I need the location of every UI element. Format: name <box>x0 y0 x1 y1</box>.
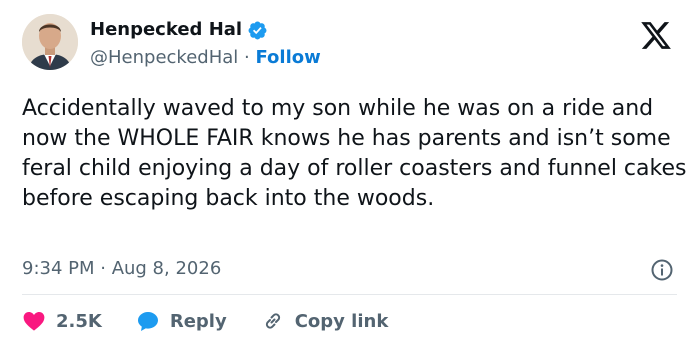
info-icon[interactable] <box>650 258 674 282</box>
link-icon <box>265 313 280 329</box>
author-handle[interactable]: @HenpeckedHal <box>90 47 238 68</box>
heart-icon <box>23 312 45 331</box>
author-name-row: Henpecked Hal <box>90 18 268 42</box>
reply-button[interactable]: Reply <box>136 309 227 333</box>
handle-separator: · <box>244 47 250 68</box>
author-handle-row: @HenpeckedHal · Follow <box>90 46 321 70</box>
like-count: 2.5K <box>56 310 102 332</box>
copy-link-label: Copy link <box>294 310 389 332</box>
action-bar: 2.5K Reply Copy link <box>22 306 422 336</box>
reply-bubble-icon <box>137 312 158 331</box>
author-name[interactable]: Henpecked Hal <box>90 18 242 42</box>
divider <box>22 294 677 295</box>
reply-label: Reply <box>169 310 227 332</box>
copy-link-button[interactable]: Copy link <box>261 309 389 333</box>
follow-button[interactable]: Follow <box>255 47 320 68</box>
avatar[interactable] <box>22 14 78 70</box>
like-button[interactable]: 2.5K <box>22 309 102 333</box>
tweet-timestamp[interactable]: 9:34 PM · Aug 8, 2026 <box>22 257 221 281</box>
x-logo-icon[interactable] <box>638 19 674 52</box>
verified-badge-icon <box>248 21 267 39</box>
tweet-text: Accidentally waved to my son while he wa… <box>22 96 687 211</box>
